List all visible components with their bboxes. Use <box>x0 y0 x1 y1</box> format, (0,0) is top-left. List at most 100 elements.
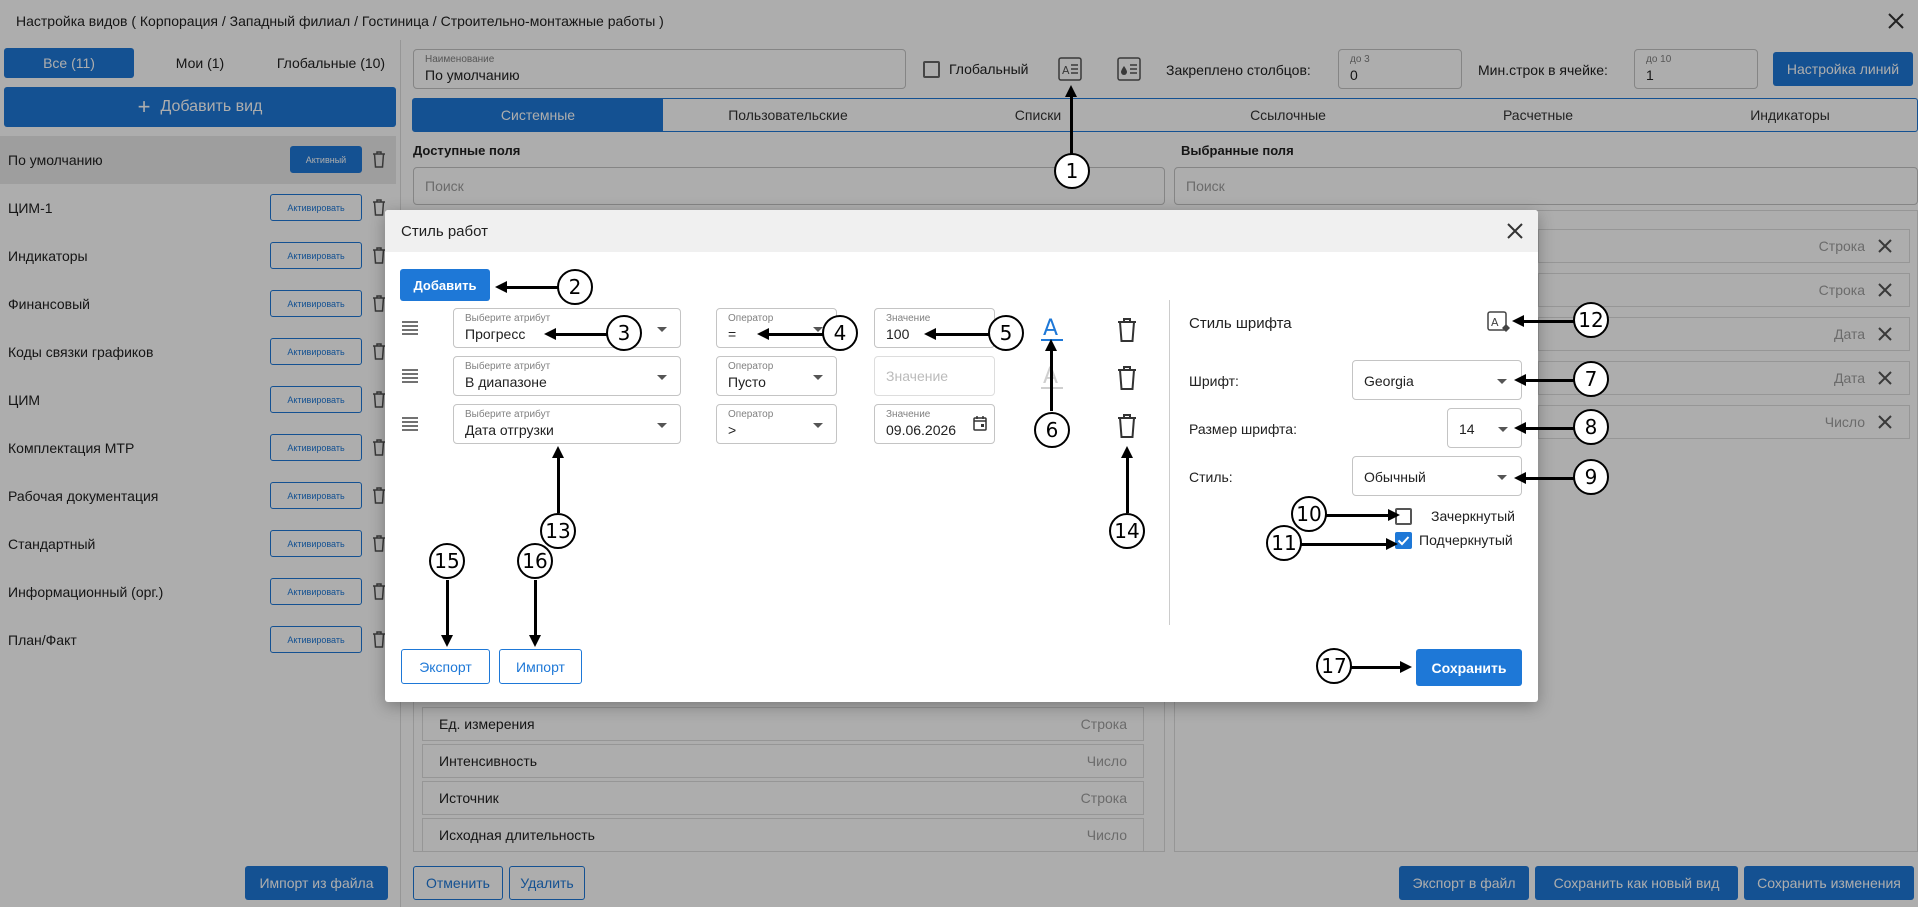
operator-select[interactable]: Оператор Пусто <box>716 356 837 396</box>
chevron-down-icon <box>1498 427 1508 432</box>
callout-line <box>1126 456 1129 513</box>
size-value: 14 <box>1459 421 1475 437</box>
chevron-down-icon <box>657 423 667 428</box>
callout-line <box>534 580 537 635</box>
font-select[interactable]: Georgia <box>1352 360 1522 400</box>
arrow-head <box>1514 374 1526 386</box>
trash-icon[interactable] <box>1117 366 1137 390</box>
callout-line <box>446 580 449 635</box>
callout-line <box>557 456 560 513</box>
arrow-head <box>1065 85 1077 97</box>
callout-line <box>934 333 992 336</box>
callout-9: 9 <box>1573 459 1609 495</box>
callout-5: 5 <box>988 315 1024 351</box>
date-value: 09.06.2026 <box>886 422 957 438</box>
font-label: Шрифт: <box>1189 373 1239 389</box>
callout-3: 3 <box>606 315 642 351</box>
arrow-head <box>1514 422 1526 434</box>
import-button[interactable]: Импорт <box>499 649 582 684</box>
chevron-down-icon <box>813 423 823 428</box>
arrow-head <box>1400 661 1412 673</box>
attribute-select[interactable]: Выберите атрибут Дата отгрузки <box>453 404 681 444</box>
callout-line <box>505 286 561 289</box>
style-label: Стиль: <box>1189 469 1233 485</box>
chevron-down-icon <box>657 327 667 332</box>
drag-handle-icon[interactable] <box>401 416 419 432</box>
operator-select[interactable]: Оператор > <box>716 404 837 444</box>
trash-icon[interactable] <box>1117 414 1137 438</box>
style-select[interactable]: Обычный <box>1352 456 1522 496</box>
callout-8: 8 <box>1573 409 1609 445</box>
callout-14: 14 <box>1109 513 1145 549</box>
callout-16: 16 <box>517 543 553 579</box>
callout-line <box>767 333 827 336</box>
date-input[interactable]: Значение 09.06.2026 <box>874 404 995 444</box>
attribute-value: Дата отгрузки <box>465 422 554 438</box>
arrow-head <box>1121 446 1133 458</box>
callout-2: 2 <box>557 269 593 305</box>
callout-6: 6 <box>1034 412 1070 448</box>
attribute-value: В диапазоне <box>465 374 547 390</box>
arrow-head <box>495 281 507 293</box>
size-select[interactable]: 14 <box>1447 408 1522 448</box>
strikethrough-label: Зачеркнутый <box>1431 508 1515 524</box>
modal-divider <box>1169 300 1170 625</box>
chevron-down-icon <box>1497 379 1507 384</box>
arrow-head <box>1512 315 1524 327</box>
operator-label: Оператор <box>728 313 774 324</box>
callout-12: 12 <box>1573 302 1609 338</box>
callout-line <box>1524 477 1580 480</box>
callout-13: 13 <box>540 513 576 549</box>
callout-4: 4 <box>822 315 858 351</box>
callout-line <box>554 333 608 336</box>
callout-11: 11 <box>1266 525 1302 561</box>
operator-value: Пусто <box>728 374 766 390</box>
attribute-select[interactable]: Выберите атрибут Прогресс <box>453 308 681 348</box>
arrow-head <box>924 328 936 340</box>
save-button[interactable]: Сохранить <box>1416 649 1522 686</box>
callout-line <box>1350 666 1402 669</box>
arrow-head <box>441 635 453 647</box>
arrow-head <box>1045 339 1057 351</box>
attribute-select[interactable]: Выберите атрибут В диапазоне <box>453 356 681 396</box>
drag-handle-icon[interactable] <box>401 368 419 384</box>
value-placeholder: Значение <box>886 368 949 384</box>
modal-title: Стиль работ <box>401 223 488 240</box>
callout-17: 17 <box>1316 648 1352 684</box>
font-value: Georgia <box>1364 373 1414 389</box>
callout-15: 15 <box>429 543 465 579</box>
font-style-title: Стиль шрифта <box>1189 315 1292 332</box>
style-value: Обычный <box>1364 469 1426 485</box>
value-input[interactable]: Значение <box>874 356 995 396</box>
modal-close-icon[interactable] <box>1506 222 1524 240</box>
underline-label: Подчеркнутый <box>1419 532 1513 548</box>
operator-label: Оператор <box>728 361 774 372</box>
svg-text:A: A <box>1043 316 1058 341</box>
callout-1: 1 <box>1054 153 1090 189</box>
attribute-label: Выберите атрибут <box>465 409 551 420</box>
callout-line <box>1300 543 1388 546</box>
arrow-head <box>1388 509 1400 521</box>
value-label: Значение <box>886 313 931 324</box>
callout-7: 7 <box>1573 361 1609 397</box>
size-label: Размер шрифта: <box>1189 421 1297 437</box>
arrow-head <box>1386 538 1398 550</box>
arrow-head <box>552 446 564 458</box>
modal-header <box>385 210 1538 252</box>
operator-value: = <box>728 326 737 342</box>
operator-label: Оператор <box>728 409 774 420</box>
export-button[interactable]: Экспорт <box>401 649 490 684</box>
value-label: Значение <box>886 409 931 420</box>
calendar-icon[interactable] <box>973 415 987 431</box>
drag-handle-icon[interactable] <box>401 320 419 336</box>
add-rule-button[interactable]: Добавить <box>400 269 490 301</box>
arrow-head <box>1514 472 1526 484</box>
attribute-value: Прогресс <box>465 326 526 342</box>
trash-icon[interactable] <box>1117 318 1137 342</box>
chevron-down-icon <box>813 375 823 380</box>
reset-style-icon[interactable]: A <box>1486 310 1512 336</box>
arrow-head <box>544 328 556 340</box>
chevron-down-icon <box>1497 475 1507 480</box>
operator-select[interactable]: Оператор = <box>716 308 837 348</box>
arrow-head <box>529 635 541 647</box>
